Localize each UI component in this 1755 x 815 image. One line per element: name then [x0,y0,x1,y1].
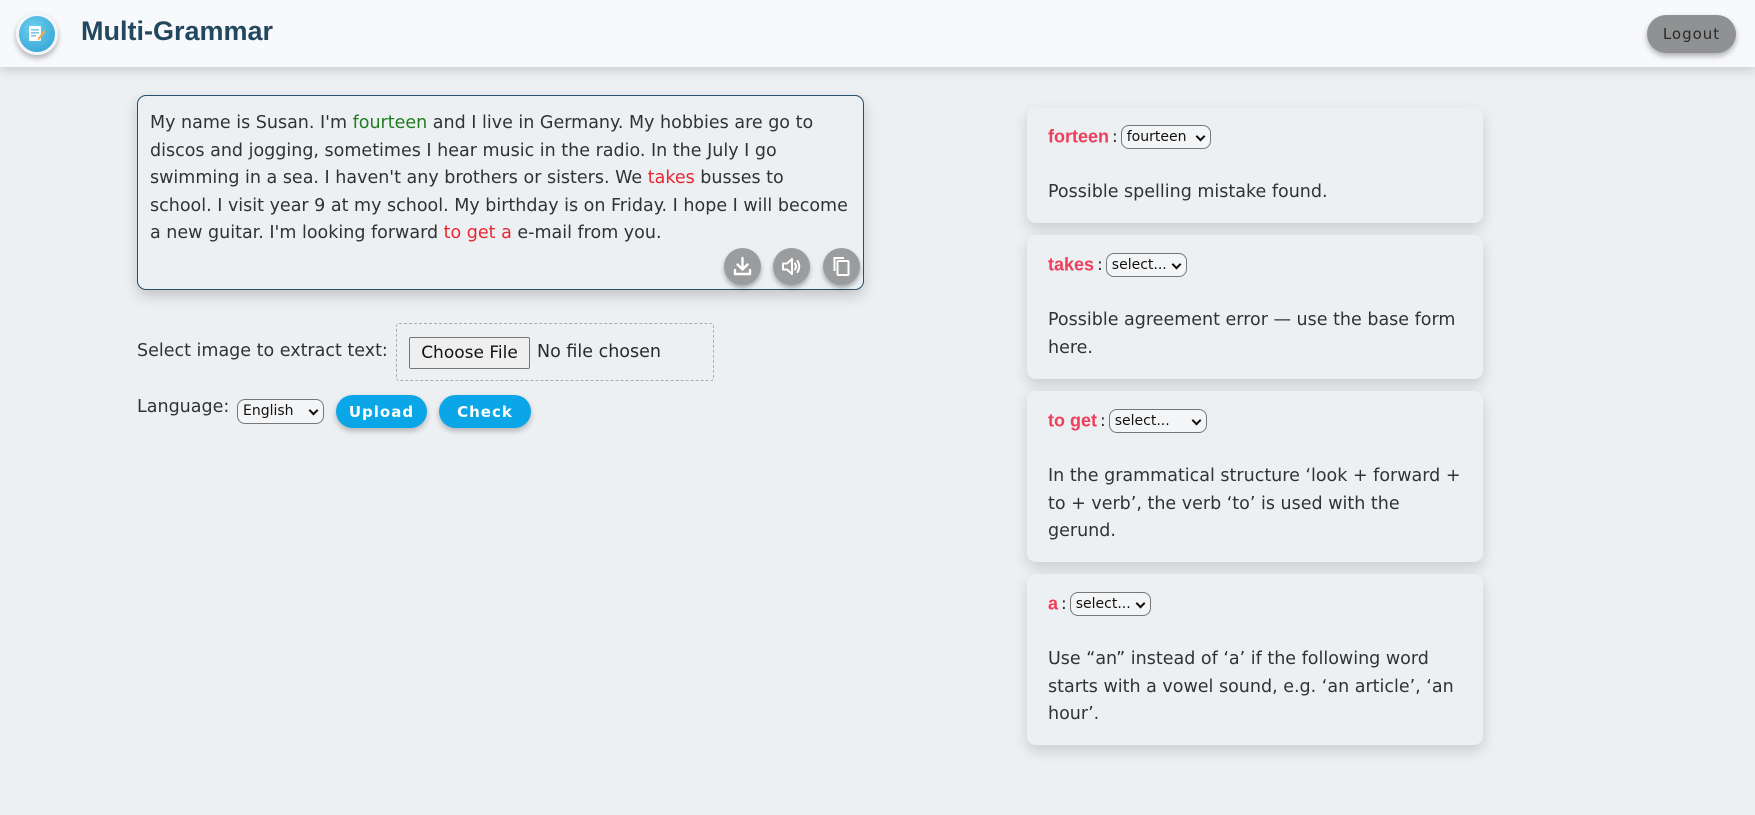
copy-icon [833,257,850,276]
error-word-label: takes [1048,254,1095,275]
language-label: Language: [137,397,230,417]
logout-button[interactable]: Logout [1647,15,1736,53]
chevron-down-icon [1171,259,1182,270]
language-selected: English [243,403,294,419]
suggestion-select[interactable]: select... [1105,253,1187,277]
chevron-down-icon [1135,598,1146,609]
speak-button[interactable] [773,248,810,285]
editor-text[interactable]: My name is Susan. I'm fourteen and I liv… [150,110,850,248]
corrected-word[interactable]: fourteen [353,113,428,133]
suggestion-message: Use “an” instead of ‘a’ if the following… [1048,649,1454,724]
suggestion-message: Possible agreement error — use the base … [1048,310,1456,358]
suggestion-select[interactable]: select... [1108,409,1207,433]
download-button[interactable] [724,248,761,285]
suggestion-card: to get: select... In the grammatical stru… [1027,391,1483,562]
suggestion-select[interactable]: fourteen [1120,125,1211,149]
language-select[interactable]: English [237,399,324,424]
app-title: Multi-Grammar [81,16,274,46]
document-edit-icon[interactable] [16,13,58,55]
error-word-label: a [1048,593,1059,614]
top-bar: Multi-Grammar Logout [0,0,1755,67]
suggestion-card: a: select... Use “an” instead of ‘a’ if t… [1027,574,1483,745]
suggestion-card: takes: select... Possible agreement error… [1027,235,1483,379]
chevron-down-icon [1191,415,1202,426]
check-button[interactable]: Check [439,395,531,428]
suggestion-selected: select... [1075,596,1131,612]
text-segment: My name is Susan. I'm [150,113,353,133]
suggestion-selected: fourteen [1126,129,1187,145]
suggestion-select[interactable]: select... [1069,592,1151,616]
error-word[interactable]: takes [648,168,695,188]
speaker-icon [782,258,801,275]
text-editor[interactable]: My name is Susan. I'm fourteen and I liv… [137,95,864,290]
file-status: No file chosen [537,342,661,362]
suggestion-selected: select... [1111,257,1167,273]
error-word-label: forteen [1048,126,1110,147]
download-icon [733,256,752,276]
suggestion-message: Possible spelling mistake found. [1048,182,1328,202]
suggestion-message: In the grammatical structure ‘look + for… [1048,466,1461,541]
copy-button[interactable] [823,248,860,285]
chevron-down-icon [1195,131,1206,142]
error-word[interactable]: to get a [444,223,512,243]
error-word-label: to get [1048,410,1097,431]
text-segment: e-mail from you. [511,223,662,243]
suggestion-selected: select... [1114,413,1170,429]
chevron-down-icon [308,405,319,416]
file-drop-zone[interactable]: Choose File No file chosen [396,323,714,381]
extract-label: Select image to extract text: [137,341,388,361]
upload-button[interactable]: Upload [336,395,427,428]
suggestion-card: forteen: fourteen Possible spelling mista… [1027,107,1483,223]
choose-file-button[interactable]: Choose File [409,337,530,369]
